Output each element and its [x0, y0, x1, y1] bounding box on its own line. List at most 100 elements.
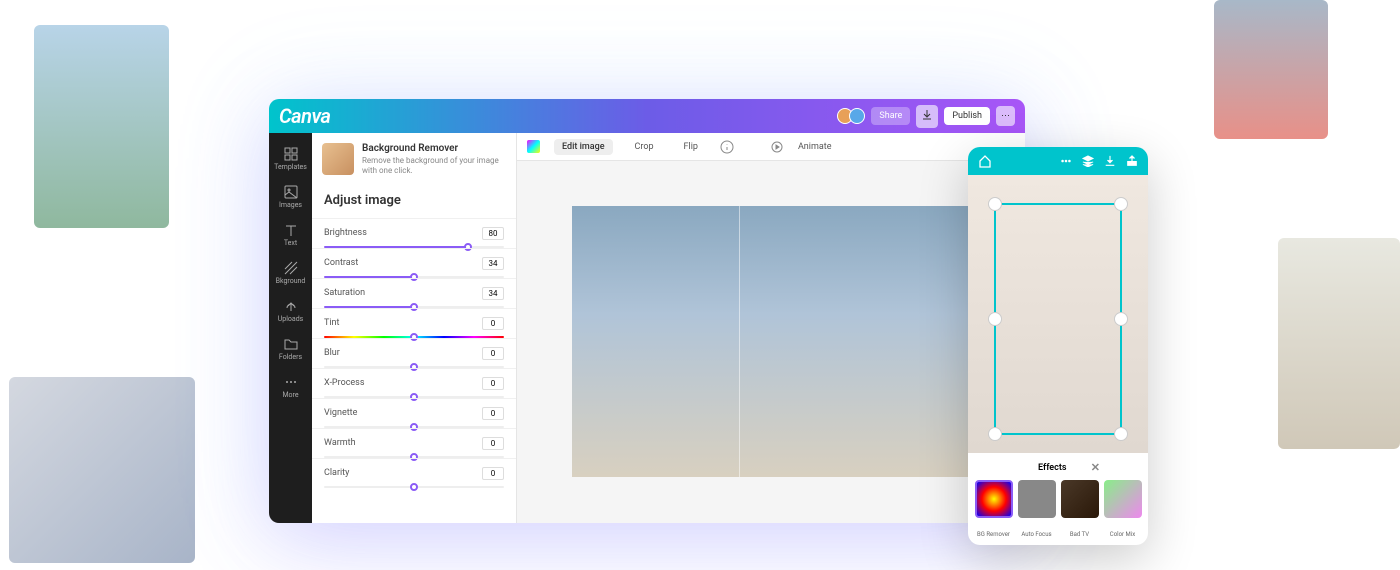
adjustment-value[interactable] [482, 227, 504, 240]
effect-label: Color Mix [1110, 531, 1135, 538]
slider-thumb[interactable] [410, 483, 418, 491]
download-icon[interactable] [1104, 155, 1116, 167]
effect-thumbnail [1061, 480, 1099, 518]
adjustment-saturation: Saturation [312, 278, 516, 308]
effects-panel: Effects ✕ BG Remover Auto Focus Bad TV C… [968, 453, 1148, 548]
selection-frame[interactable] [994, 203, 1122, 435]
effect-bad-tv[interactable]: Bad TV [1061, 480, 1099, 540]
resize-handle[interactable] [988, 197, 1002, 211]
adjustment-value[interactable] [482, 437, 504, 450]
mobile-header [968, 147, 1148, 175]
adjustment-value[interactable] [482, 257, 504, 270]
adjustment-label: Tint [324, 318, 339, 328]
sidebar-label: Bkground [276, 277, 306, 285]
adjustment-tint: Tint [312, 308, 516, 338]
canvas-toolbar: Edit image Crop Flip Animate [517, 133, 1025, 161]
sidebar-item-images[interactable]: Images [269, 179, 312, 217]
slider-track[interactable] [324, 486, 504, 488]
sidebar-label: Templates [274, 163, 307, 171]
effect-auto-focus[interactable]: Auto Focus [1018, 480, 1056, 540]
info-icon[interactable] [720, 140, 734, 154]
download-button[interactable] [916, 105, 938, 128]
panel-title: Adjust image [312, 187, 516, 218]
feature-title: Background Remover [362, 143, 506, 154]
sidebar-item-templates[interactable]: Templates [269, 141, 312, 179]
edit-image-button[interactable]: Edit image [554, 139, 613, 155]
sidebar-item-more[interactable]: More [269, 369, 312, 407]
sidebar-item-text[interactable]: Text [269, 217, 312, 255]
effect-thumbnail [1018, 480, 1056, 518]
canvas-area: Edit image Crop Flip Animate [517, 133, 1025, 523]
color-picker[interactable] [527, 140, 540, 153]
adjustment-value[interactable] [482, 407, 504, 420]
adjustment-vignette: Vignette [312, 398, 516, 428]
adjustment-value[interactable] [482, 317, 504, 330]
collaborator-avatars[interactable] [841, 108, 865, 124]
decorative-photo [1214, 0, 1328, 139]
adjustment-label: Clarity [324, 468, 349, 478]
more-button[interactable]: ⋯ [996, 106, 1015, 126]
mobile-editor: Effects ✕ BG Remover Auto Focus Bad TV C… [968, 147, 1148, 545]
layers-icon[interactable] [1082, 155, 1094, 167]
close-icon[interactable]: ✕ [1091, 461, 1100, 474]
sidebar-item-background[interactable]: Bkground [269, 255, 312, 293]
animate-button[interactable]: Animate [790, 139, 840, 155]
adjust-panel: Background Remover Remove the background… [312, 133, 517, 523]
adjustment-value[interactable] [482, 377, 504, 390]
crop-button[interactable]: Crop [627, 139, 662, 155]
adjustment-label: Warmth [324, 438, 356, 448]
adjustment-brightness: Brightness [312, 218, 516, 248]
adjustment-x-process: X-Process [312, 368, 516, 398]
adjustment-value[interactable] [482, 287, 504, 300]
adjustment-label: Vignette [324, 408, 357, 418]
sidebar-label: Images [279, 201, 302, 209]
decorative-photo [9, 377, 195, 563]
home-icon[interactable] [978, 154, 992, 168]
resize-handle[interactable] [988, 427, 1002, 441]
effect-label: Auto Focus [1021, 531, 1051, 538]
avatar [849, 108, 865, 124]
sidebar-label: Uploads [278, 315, 304, 323]
decorative-photo [34, 25, 169, 228]
resize-handle[interactable] [1114, 197, 1128, 211]
canvas-image[interactable] [572, 206, 970, 477]
effect-label: Bad TV [1070, 531, 1089, 538]
sidebar-label: More [282, 391, 298, 399]
sidebar: Templates Images Text Bkground Uploads F… [269, 133, 312, 523]
adjustment-label: Blur [324, 348, 340, 358]
effects-title: Effects [1038, 463, 1066, 473]
sidebar-item-uploads[interactable]: Uploads [269, 293, 312, 331]
adjustment-warmth: Warmth [312, 428, 516, 458]
sidebar-label: Folders [279, 353, 302, 361]
flip-button[interactable]: Flip [676, 139, 706, 155]
desktop-editor: Canva Share Publish ⋯ Templates Images T… [269, 99, 1025, 523]
decorative-photo [1278, 238, 1400, 449]
feature-card[interactable]: Background Remover Remove the background… [312, 133, 516, 187]
resize-handle[interactable] [988, 312, 1002, 326]
adjustment-label: Contrast [324, 258, 358, 268]
share-icon[interactable] [1126, 155, 1138, 167]
resize-handle[interactable] [1114, 312, 1128, 326]
topbar: Canva Share Publish ⋯ [269, 99, 1025, 133]
adjustment-blur: Blur [312, 338, 516, 368]
feature-thumbnail [322, 143, 354, 175]
adjustment-contrast: Contrast [312, 248, 516, 278]
adjustment-label: Saturation [324, 288, 365, 298]
share-button[interactable]: Share [871, 107, 910, 125]
adjustment-value[interactable] [482, 347, 504, 360]
mobile-canvas[interactable] [968, 175, 1148, 453]
sidebar-label: Text [284, 239, 297, 247]
adjustment-value[interactable] [482, 467, 504, 480]
effect-label: BG Remover [977, 531, 1010, 538]
effect-color-mix[interactable]: Color Mix [1104, 480, 1142, 540]
effect-bg-remover[interactable]: BG Remover [975, 480, 1013, 540]
publish-button[interactable]: Publish [944, 107, 990, 125]
resize-handle[interactable] [1114, 427, 1128, 441]
adjustment-label: X-Process [324, 378, 364, 388]
sidebar-item-folders[interactable]: Folders [269, 331, 312, 369]
animate-icon [770, 140, 784, 154]
adjustment-label: Brightness [324, 228, 367, 238]
logo[interactable]: Canva [279, 104, 330, 128]
feature-desc: Remove the background of your image with… [362, 156, 506, 177]
more-icon[interactable] [1060, 155, 1072, 167]
